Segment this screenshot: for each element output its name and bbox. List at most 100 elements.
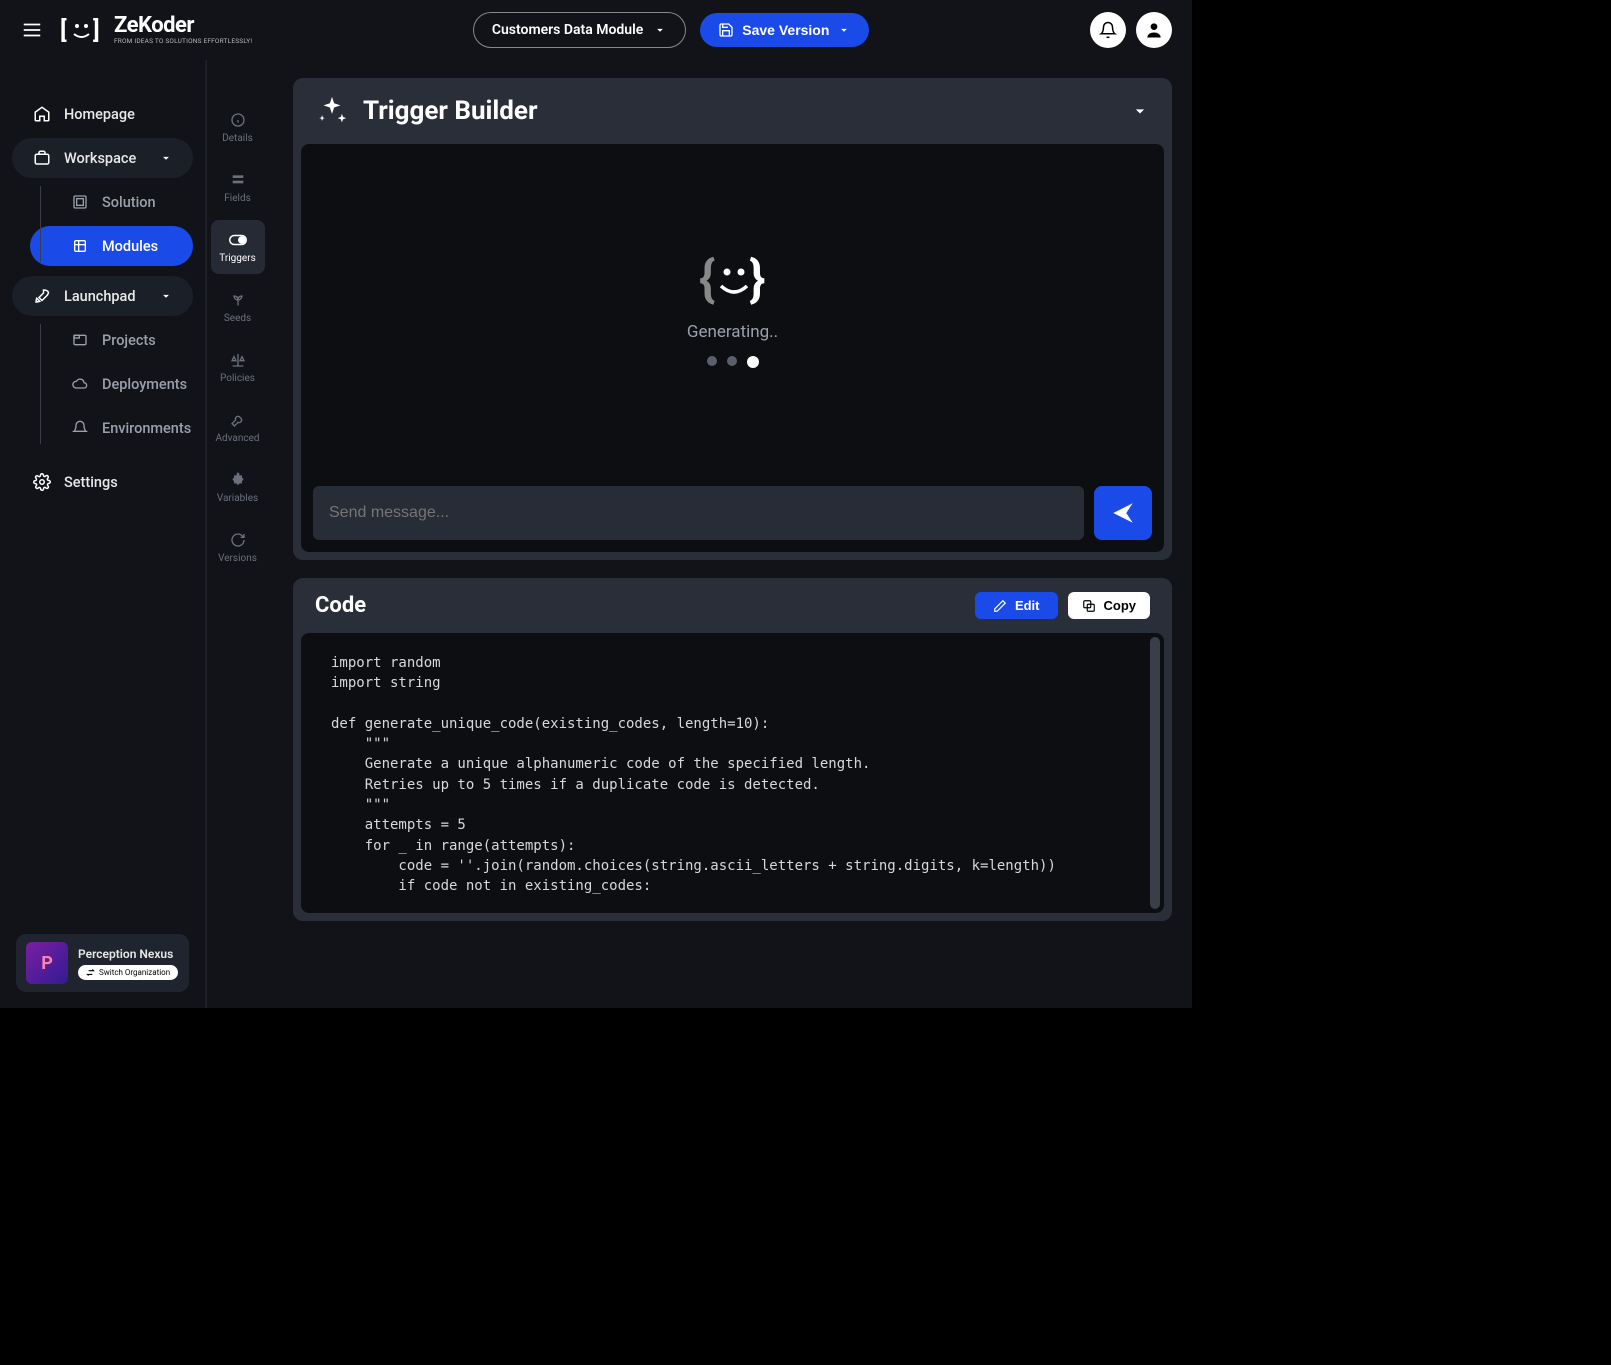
sidebar-item-deployments[interactable]: Deployments <box>30 364 193 404</box>
hamburger-menu-button[interactable] <box>20 18 44 42</box>
sidebar-label: Projects <box>102 332 156 349</box>
notifications-button[interactable] <box>1090 12 1126 48</box>
org-name: Perception Nexus <box>78 947 178 961</box>
org-card: P Perception Nexus Switch Organization <box>16 934 189 992</box>
caret-down-icon <box>653 23 667 37</box>
account-button[interactable] <box>1136 12 1172 48</box>
sparkle-icon <box>315 94 349 128</box>
puzzle-icon <box>229 471 247 489</box>
cloud-icon <box>70 374 90 394</box>
svg-text:{: { <box>699 251 715 308</box>
fields-icon <box>229 171 247 189</box>
copy-code-button[interactable]: Copy <box>1068 592 1151 619</box>
briefcase-icon <box>32 148 52 168</box>
module-select-label: Customers Data Module <box>492 22 643 38</box>
collapse-panel-button[interactable] <box>1130 101 1150 121</box>
bot-face-icon: { } <box>697 250 769 308</box>
mini-tab-label: Details <box>222 133 253 144</box>
sidebar-item-solution[interactable]: Solution <box>30 182 193 222</box>
sidebar-label: Settings <box>64 474 118 491</box>
mini-tab-label: Fields <box>224 193 251 204</box>
org-thumbnail: P <box>26 942 68 984</box>
trigger-builder-panel: Trigger Builder { } <box>293 78 1172 560</box>
sidebar-item-workspace[interactable]: Workspace <box>12 138 193 178</box>
sidebar-label: Homepage <box>64 106 135 123</box>
info-icon <box>229 111 247 129</box>
mini-tab-advanced[interactable]: Advanced <box>211 400 265 454</box>
brand-subtitle: FROM IDEAS TO SOLUTIONS EFFORTLESSLY! <box>114 38 252 45</box>
mini-tab-label: Policies <box>220 373 255 384</box>
mini-tab-versions[interactable]: Versions <box>211 520 265 574</box>
sidebar-item-environments[interactable]: Environments <box>30 408 193 448</box>
topbar: [] ZeKoder FROM IDEAS TO SOLUTIONS EFFOR… <box>0 0 1192 60</box>
gear-icon <box>32 472 52 492</box>
sidebar-item-settings[interactable]: Settings <box>12 462 193 502</box>
brand-mark-icon: [] <box>60 16 104 44</box>
sidebar-label: Launchpad <box>64 288 136 305</box>
mini-tab-policies[interactable]: Policies <box>211 340 265 394</box>
save-icon <box>718 22 734 38</box>
save-button-label: Save Version <box>742 22 829 38</box>
code-title: Code <box>315 593 366 618</box>
send-icon <box>1110 500 1136 526</box>
sidebar-label: Modules <box>102 238 158 255</box>
mini-tab-label: Variables <box>217 493 258 504</box>
folder-icon <box>70 330 90 350</box>
brand-title: ZeKoder <box>114 15 252 37</box>
sidebar: Homepage Workspace Solution <box>0 60 205 1008</box>
sidebar-label: Environments <box>102 420 191 437</box>
save-version-button[interactable]: Save Version <box>700 13 869 47</box>
menu-icon <box>21 19 43 41</box>
loading-dots <box>707 356 759 368</box>
mini-tab-fields[interactable]: Fields <box>211 160 265 214</box>
svg-text:]: ] <box>93 16 100 44</box>
mini-tab-label: Seeds <box>224 313 251 324</box>
mini-tab-triggers[interactable]: Triggers <box>211 220 265 274</box>
sidebar-label: Solution <box>102 194 156 211</box>
code-panel: Code Edit Copy import random import stri… <box>293 578 1172 921</box>
mini-tab-variables[interactable]: Variables <box>211 460 265 514</box>
edit-label: Edit <box>1015 598 1040 613</box>
home-icon <box>32 104 52 124</box>
generating-status: { } Generating.. <box>301 144 1164 474</box>
message-input[interactable] <box>313 486 1084 540</box>
pencil-icon <box>993 599 1007 613</box>
swap-icon <box>86 968 95 977</box>
mini-tab-label: Advanced <box>215 433 259 444</box>
sidebar-item-projects[interactable]: Projects <box>30 320 193 360</box>
sidebar-item-homepage[interactable]: Homepage <box>12 94 193 134</box>
sidebar-item-launchpad[interactable]: Launchpad <box>12 276 193 316</box>
copy-icon <box>1082 599 1096 613</box>
switch-org-button[interactable]: Switch Organization <box>78 965 178 980</box>
generating-text: Generating.. <box>687 322 778 342</box>
module-select-dropdown[interactable]: Customers Data Module <box>473 12 686 48</box>
brand-logo: [] ZeKoder FROM IDEAS TO SOLUTIONS EFFOR… <box>60 15 252 45</box>
svg-text:[: [ <box>60 16 67 44</box>
module-tabs-rail: Details Fields Triggers Seeds Policies A… <box>205 60 269 1008</box>
caret-down-icon <box>159 289 173 303</box>
mini-tab-label: Triggers <box>219 253 256 264</box>
send-button[interactable] <box>1094 486 1152 540</box>
edit-code-button[interactable]: Edit <box>975 592 1058 619</box>
sprout-icon <box>229 291 247 309</box>
rocket-icon <box>32 286 52 306</box>
refresh-icon <box>229 531 247 549</box>
solution-icon <box>70 192 90 212</box>
sidebar-label: Workspace <box>64 150 136 167</box>
caret-down-icon <box>837 23 851 37</box>
bell-icon <box>1099 21 1117 39</box>
copy-label: Copy <box>1104 598 1137 613</box>
panel-title: Trigger Builder <box>363 96 538 126</box>
code-content: import random import string def generate… <box>301 633 1164 913</box>
mini-tab-label: Versions <box>218 553 257 564</box>
sidebar-label: Deployments <box>102 376 187 393</box>
mini-tab-seeds[interactable]: Seeds <box>211 280 265 334</box>
toggle-icon <box>229 231 247 249</box>
bell-outline-icon <box>70 418 90 438</box>
mini-tab-details[interactable]: Details <box>211 100 265 154</box>
modules-icon <box>70 236 90 256</box>
svg-text:}: } <box>749 251 765 308</box>
caret-down-icon <box>159 151 173 165</box>
switch-org-label: Switch Organization <box>99 968 170 977</box>
sidebar-item-modules[interactable]: Modules <box>30 226 193 266</box>
